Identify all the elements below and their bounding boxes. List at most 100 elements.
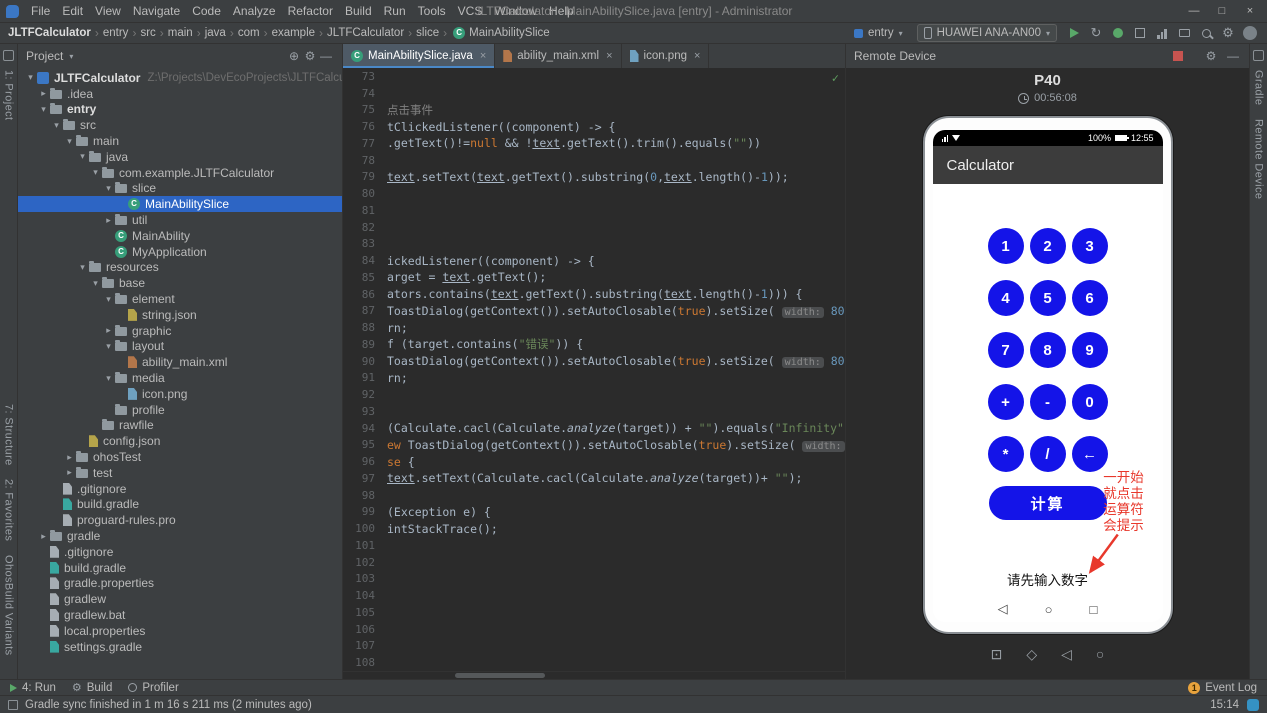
tree-item-rawfile[interactable]: rawfile: [18, 418, 342, 434]
code-editor[interactable]: 73 74 75 点击事件 76 tClickedListener((component)…: [343, 68, 845, 671]
chevron-down-icon[interactable]: ▾: [102, 183, 115, 194]
breadcrumb-item[interactable]: entry: [103, 27, 129, 39]
tree-item-.idea[interactable]: ▸ .idea: [18, 86, 342, 102]
chevron-right-icon[interactable]: ▸: [37, 531, 50, 542]
tree-item-entry[interactable]: ▾ entry: [18, 102, 342, 118]
settings-icon[interactable]: ⚙: [1203, 49, 1219, 63]
key-1[interactable]: 1: [987, 228, 1024, 264]
key-0[interactable]: 0: [1071, 384, 1108, 420]
tree-item-jltfcalculator[interactable]: ▾ JLTFCalculator Z:\Projects\DevEcoProject…: [18, 70, 342, 86]
run-config-select[interactable]: entry ▾: [848, 24, 909, 42]
maximize-button[interactable]: □: [1209, 5, 1235, 17]
key-6[interactable]: 6: [1071, 280, 1108, 316]
breadcrumb-item[interactable]: com: [238, 27, 260, 39]
breadcrumb-item[interactable]: src: [140, 27, 155, 39]
tab-icon.png[interactable]: icon.png ×: [622, 44, 710, 68]
tool-window-button-gradle[interactable]: Gradle: [1253, 63, 1265, 112]
menu-vcs[interactable]: VCS: [452, 4, 489, 18]
chevron-down-icon[interactable]: ▾: [63, 136, 76, 147]
tree-item-ability_main.xml[interactable]: ability_main.xml: [18, 354, 342, 370]
stop-device-button[interactable]: [1173, 51, 1183, 61]
key-4[interactable]: 4: [987, 280, 1024, 316]
tree-item-com.example.jltfcalculator[interactable]: ▾ com.example.JLTFCalculator: [18, 165, 342, 181]
key-5[interactable]: 5: [1029, 280, 1066, 316]
key-8[interactable]: 8: [1029, 332, 1066, 368]
tree-item-local.properties[interactable]: local.properties: [18, 623, 342, 639]
debug-button[interactable]: [1109, 24, 1127, 42]
tool-window-button-remotedevice[interactable]: Remote Device: [1253, 112, 1265, 206]
chevron-right-icon[interactable]: ▸: [102, 325, 115, 336]
breadcrumb-item[interactable]: java: [205, 27, 226, 39]
chevron-right-icon[interactable]: ▸: [37, 88, 50, 99]
tool-window-button-project[interactable]: 1: Project: [3, 63, 15, 127]
tree-item-gradlew[interactable]: gradlew: [18, 591, 342, 607]
key-←[interactable]: ←: [1071, 436, 1108, 472]
key-*[interactable]: *: [987, 436, 1024, 472]
menu-build[interactable]: Build: [339, 4, 378, 18]
key-9[interactable]: 9: [1071, 332, 1108, 368]
close-icon[interactable]: ×: [694, 50, 700, 62]
tree-item-build.gradle[interactable]: build.gradle: [18, 497, 342, 513]
run-button[interactable]: [1065, 24, 1083, 42]
recents-icon[interactable]: □: [1090, 602, 1098, 617]
settings-button[interactable]: ⚙: [1219, 24, 1237, 42]
tree-item-myapplication[interactable]: C MyApplication: [18, 244, 342, 260]
menu-view[interactable]: View: [89, 4, 127, 18]
key-2[interactable]: 2: [1029, 228, 1066, 264]
close-button[interactable]: ×: [1237, 5, 1263, 17]
key--[interactable]: -: [1029, 384, 1066, 420]
back-icon[interactable]: ◁: [1061, 646, 1072, 663]
key-/[interactable]: /: [1029, 436, 1066, 472]
key-+[interactable]: +: [987, 384, 1024, 420]
tree-item-base[interactable]: ▾ base: [18, 275, 342, 291]
locate-file-icon[interactable]: ⊕: [286, 49, 302, 63]
tree-item-ohostest[interactable]: ▸ ohosTest: [18, 449, 342, 465]
chevron-down-icon[interactable]: ▾: [50, 120, 63, 131]
avatar[interactable]: [1241, 24, 1259, 42]
chevron-down-icon[interactable]: ▾: [102, 341, 115, 352]
breadcrumb-item[interactable]: slice: [416, 27, 439, 39]
chevron-down-icon[interactable]: ▾: [37, 104, 50, 115]
tree-item-gradlew.bat[interactable]: gradlew.bat: [18, 607, 342, 623]
tree-item-resources[interactable]: ▾ resources: [18, 260, 342, 276]
settings-icon[interactable]: ⚙: [302, 49, 318, 63]
chevron-down-icon[interactable]: ▾: [24, 72, 37, 83]
tree-item-gradle.properties[interactable]: gradle.properties: [18, 576, 342, 592]
tree-item-profile[interactable]: profile: [18, 402, 342, 418]
device-select[interactable]: HUAWEI ANA-AN00 ▾: [916, 24, 1057, 42]
hide-panel-icon[interactable]: —: [318, 49, 334, 63]
search-everywhere-button[interactable]: [1197, 24, 1215, 42]
menu-help[interactable]: Help: [543, 4, 580, 18]
tab-mainabilityslice.java[interactable]: C MainAbilitySlice.java ×: [343, 44, 496, 68]
back-icon[interactable]: ◁: [998, 601, 1008, 617]
tree-item-src[interactable]: ▾ src: [18, 117, 342, 133]
tree-item-main[interactable]: ▾ main: [18, 133, 342, 149]
chevron-down-icon[interactable]: ▾: [89, 167, 102, 178]
chevron-down-icon[interactable]: ▾: [76, 262, 89, 273]
project-view-select[interactable]: Project: [26, 49, 63, 63]
tree-item-proguard-rules.pro[interactable]: proguard-rules.pro: [18, 512, 342, 528]
toolbar-item-run[interactable]: 4: Run: [10, 682, 56, 694]
attach-debugger-button[interactable]: ↻: [1087, 24, 1105, 42]
tab-ability_main.xml[interactable]: ability_main.xml ×: [495, 44, 622, 68]
toolbar-item-build[interactable]: ⚙ Build: [72, 681, 112, 695]
tree-item-graphic[interactable]: ▸ graphic: [18, 323, 342, 339]
tree-item-element[interactable]: ▾ element: [18, 291, 342, 307]
tree-item-media[interactable]: ▾ media: [18, 370, 342, 386]
chevron-down-icon[interactable]: ▾: [102, 294, 115, 305]
phone-screen[interactable]: 100% 12:55 Calculator 1 2 3 4 5 6 7 8 9 + -0 * / ← 计算…: [932, 130, 1163, 622]
tree-item-icon.png[interactable]: icon.png: [18, 386, 342, 402]
screenshot-icon[interactable]: ⊡: [991, 646, 1003, 663]
chevron-right-icon[interactable]: ▸: [63, 467, 76, 478]
menu-edit[interactable]: Edit: [56, 4, 89, 18]
tree-item-util[interactable]: ▸ util: [18, 212, 342, 228]
menu-file[interactable]: File: [25, 4, 56, 18]
tree-item-mainabilityslice[interactable]: C MainAbilitySlice: [18, 196, 342, 213]
tool-window-button-structure[interactable]: 7: Structure: [3, 397, 15, 473]
chevron-right-icon[interactable]: ▸: [63, 452, 76, 463]
rotate-icon[interactable]: ◇: [1026, 646, 1037, 663]
menu-run[interactable]: Run: [378, 4, 412, 18]
device-manager-button[interactable]: [1175, 24, 1193, 42]
calculate-button[interactable]: 计算: [988, 486, 1107, 520]
menu-window[interactable]: Window: [488, 4, 543, 18]
